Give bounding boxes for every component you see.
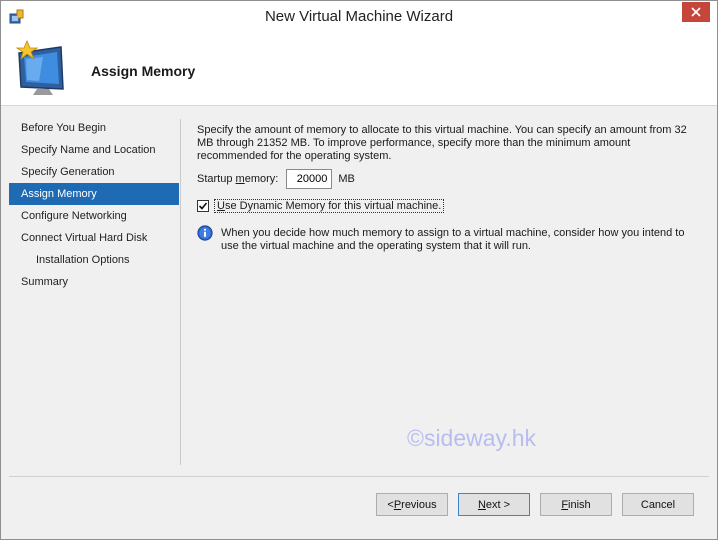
nav-item-connect-virtual-hard-disk[interactable]: Connect Virtual Hard Disk [9,227,179,249]
memory-description: Specify the amount of memory to allocate… [197,124,687,162]
window-title: New Virtual Machine Wizard [264,8,454,25]
nav-item-before-you-begin[interactable]: Before You Begin [9,117,179,139]
title-bar[interactable]: New Virtual Machine Wizard [1,1,717,31]
finish-button[interactable]: Finish [540,493,612,516]
nav-item-summary[interactable]: Summary [9,271,179,293]
startup-memory-row: Startup memory: MB [197,169,355,189]
info-text: When you decide how much memory to assig… [221,227,685,252]
sidebar-divider [180,119,181,465]
dynamic-memory-checkbox[interactable] [197,200,209,212]
nav-item-configure-networking[interactable]: Configure Networking [9,205,179,227]
startup-memory-unit: MB [338,173,355,185]
wizard-header: Assign Memory [1,31,717,106]
nav-item-specify-generation[interactable]: Specify Generation [9,161,179,183]
checkmark-icon [198,202,208,210]
page-title: Assign Memory [91,63,196,79]
cancel-button[interactable]: Cancel [622,493,694,516]
nav-item-specify-name-and-location[interactable]: Specify Name and Location [9,139,179,161]
nav-item-installation-options[interactable]: Installation Options [9,249,179,271]
close-button[interactable] [682,2,710,22]
info-icon [197,225,213,241]
wizard-steps-nav: Before You Begin Specify Name and Locati… [9,117,179,293]
dynamic-memory-row[interactable]: Use Dynamic Memory for this virtual mach… [197,199,445,213]
nav-item-assign-memory[interactable]: Assign Memory [9,183,179,205]
wizard-window: New Virtual Machine Wizard Assign Memory… [0,0,718,540]
dynamic-memory-label[interactable]: Use Dynamic Memory for this virtual mach… [214,199,445,213]
new-vm-monitor-icon [13,39,73,99]
footer-divider [9,476,709,477]
startup-memory-label: Startup memory: [197,173,279,185]
next-button[interactable]: Next > [458,493,530,516]
memory-info-note: When you decide how much memory to assig… [197,225,691,253]
content-panel: Specify the amount of memory to allocate… [197,117,697,252]
previous-button[interactable]: < Previous [376,493,448,516]
close-icon [691,7,701,17]
startup-memory-input[interactable] [286,169,333,189]
watermark: ©sideway.hk [407,425,537,451]
